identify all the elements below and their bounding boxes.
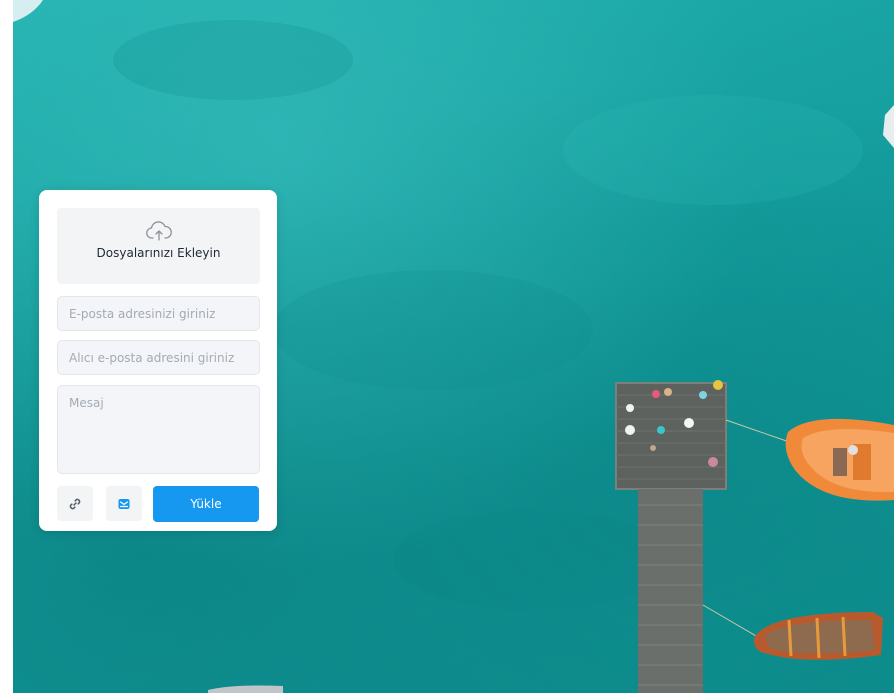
upload-button[interactable]: Yükle (153, 486, 259, 522)
mail-button[interactable] (106, 486, 142, 521)
email-input[interactable] (57, 296, 260, 331)
page: Dosyalarınızı Ekleyin Yükle (0, 0, 894, 693)
message-textarea[interactable] (57, 385, 260, 474)
link-button[interactable] (57, 486, 93, 521)
dropzone-label: Dosyalarınızı Ekleyin (96, 246, 221, 260)
upload-card: Dosyalarınızı Ekleyin Yükle (39, 190, 277, 531)
mail-icon (118, 499, 130, 509)
cloud-upload-icon (146, 221, 172, 241)
file-dropzone[interactable]: Dosyalarınızı Ekleyin (57, 208, 260, 284)
link-icon (69, 498, 81, 510)
recipient-email-input[interactable] (57, 340, 260, 375)
